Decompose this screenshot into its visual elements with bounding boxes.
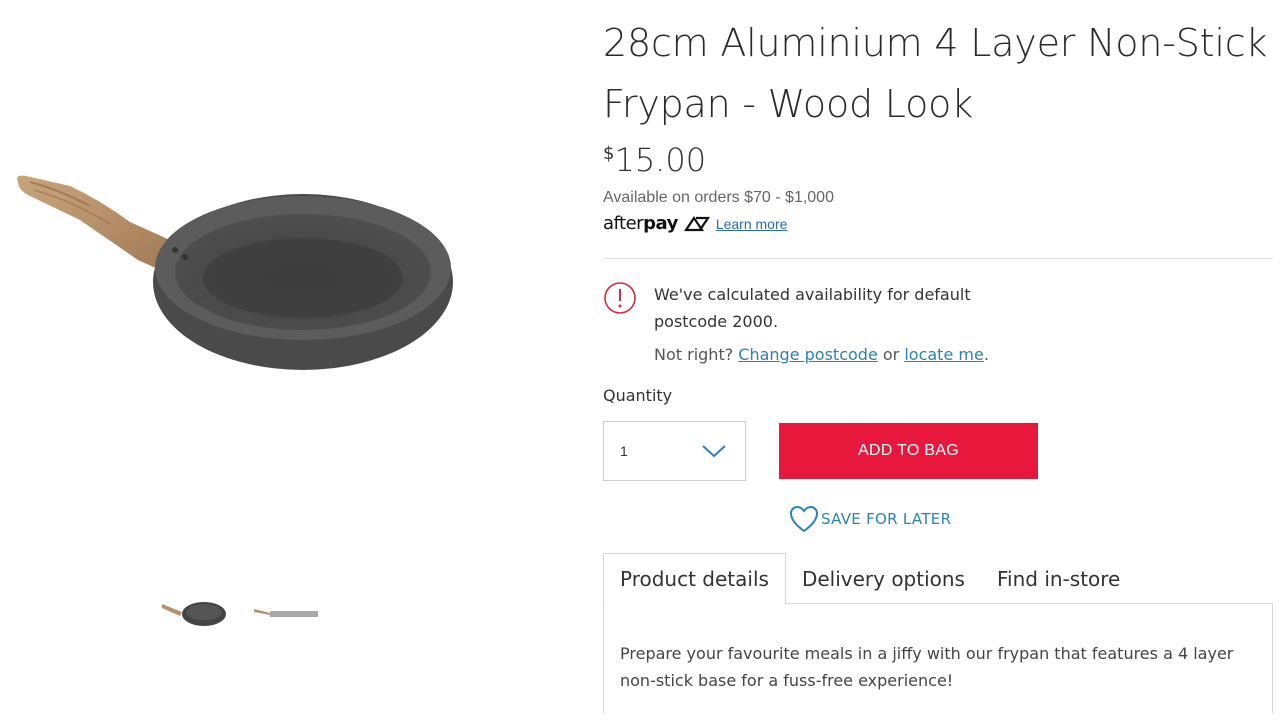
thumbnail-frypan-side[interactable] <box>247 590 327 636</box>
quantity-label: Quantity <box>603 386 673 405</box>
change-postcode-link[interactable]: Change postcode <box>738 345 877 364</box>
quantity-value: 1 <box>620 443 628 459</box>
main-product-image[interactable] <box>10 160 470 390</box>
or-text: or <box>882 345 900 364</box>
divider <box>603 258 1273 259</box>
buy-row: 1 ADD TO BAG <box>603 421 1275 481</box>
afterpay-logo: afterpay <box>603 213 678 234</box>
price-currency: $ <box>603 143 615 164</box>
product-price: $15.00 <box>603 141 1275 179</box>
afterpay-learn-more-link[interactable]: Learn more <box>716 216 788 232</box>
postcode-actions: Not right? Change postcode or locate me. <box>654 345 1014 364</box>
product-info: 28cm Aluminium 4 Layer Non-Stick Frypan … <box>603 0 1275 713</box>
add-to-bag-button[interactable]: ADD TO BAG <box>779 423 1038 479</box>
chevron-down-icon <box>702 445 726 458</box>
tab-find-in-store[interactable]: Find in-store <box>981 553 1136 604</box>
save-for-later-button[interactable]: SAVE FOR LATER <box>789 505 1275 533</box>
product-title: 28cm Aluminium 4 Layer Non-Stick Frypan … <box>603 21 1268 126</box>
save-for-later-label: SAVE FOR LATER <box>821 510 952 528</box>
thumbnail-frypan-top[interactable] <box>155 590 235 636</box>
quantity-select[interactable]: 1 <box>603 421 746 481</box>
afterpay-availability: Available on orders $70 - $1,000 <box>603 189 834 206</box>
not-right-text: Not right? <box>654 345 734 364</box>
alert-circle-icon <box>604 282 636 314</box>
availability-notice: We've calculated availability for defaul… <box>603 281 1275 364</box>
availability-message: We've calculated availability for defaul… <box>654 285 971 331</box>
afterpay-arrows-icon <box>683 215 710 231</box>
thumbnail-strip <box>155 590 327 636</box>
product-gallery <box>0 0 560 721</box>
price-amount: 15.00 <box>614 141 707 179</box>
heart-icon <box>789 505 819 533</box>
product-details-panel: Prepare your favourite meals in a jiffy … <box>603 603 1273 713</box>
product-tabs: Product details Delivery options Find in… <box>603 553 1275 605</box>
product-description: Prepare your favourite meals in a jiffy … <box>620 644 1234 690</box>
afterpay-row: afterpay Learn more <box>603 213 1275 234</box>
tab-product-details[interactable]: Product details <box>603 553 786 605</box>
end-punct: . <box>983 345 989 364</box>
tab-delivery-options[interactable]: Delivery options <box>786 553 981 604</box>
locate-me-link[interactable]: locate me <box>904 345 983 364</box>
